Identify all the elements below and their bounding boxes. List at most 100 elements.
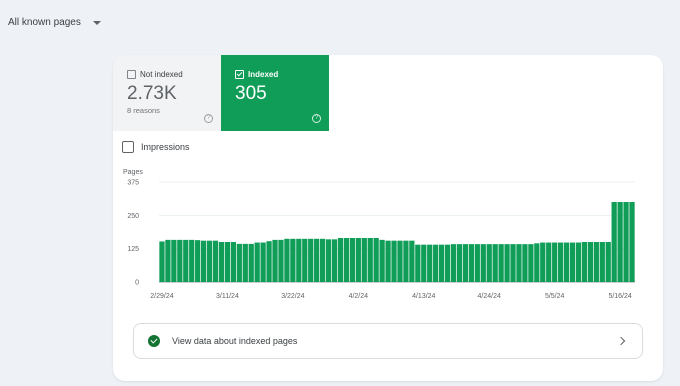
chart-bar (480, 244, 486, 282)
chart-bar (617, 202, 623, 282)
chart-bar (379, 239, 385, 282)
chart-bar (498, 244, 504, 282)
x-tick-label: 4/2/24 (349, 293, 369, 300)
chart-bar (522, 244, 528, 282)
chart-bar (212, 240, 219, 282)
chart-bar (397, 240, 403, 282)
help-icon[interactable]: ? (204, 114, 213, 123)
chart-bar (587, 242, 593, 282)
chart-bar (177, 239, 183, 282)
indexed-label: Indexed (248, 69, 279, 79)
y-axis-label: Pages (123, 169, 143, 176)
chart-bar (260, 242, 266, 282)
chart-bar (623, 202, 629, 282)
chart-bar (302, 238, 308, 282)
chart-bar (331, 239, 338, 282)
chart-bar (468, 244, 474, 282)
chart-bar (284, 238, 290, 282)
chart-bar (421, 244, 427, 282)
chart-bar (439, 244, 445, 282)
chart-bar (236, 243, 242, 282)
view-indexed-data-button[interactable]: View data about indexed pages (133, 323, 643, 359)
chart-bar (415, 244, 421, 282)
chart-bar (266, 241, 272, 282)
chart-bar (403, 240, 409, 282)
impressions-toggle[interactable]: Impressions (122, 141, 190, 153)
chart-bar (361, 238, 367, 282)
chart-bar (599, 242, 605, 282)
chart-bar (433, 244, 439, 282)
chart-bar (581, 242, 588, 282)
chart-bar (355, 238, 361, 282)
chart-bar (546, 242, 552, 282)
chart-bar (320, 238, 326, 282)
chart-bar (314, 238, 320, 282)
x-tick-label: 3/11/24 (216, 293, 239, 300)
chart-bar (183, 239, 189, 282)
chart-bar (373, 238, 379, 282)
x-tick-label: 4/13/24 (412, 293, 435, 300)
not-indexed-label: Not indexed (140, 69, 183, 79)
y-tick-label: 250 (127, 213, 139, 220)
chart-bar (528, 244, 534, 282)
impressions-label: Impressions (141, 142, 190, 152)
chart-bar (474, 244, 480, 282)
chart-bar (569, 242, 576, 282)
chart-bar (325, 239, 332, 282)
help-icon[interactable]: ? (312, 114, 321, 123)
chart-bar (534, 243, 540, 282)
chart-bar (510, 244, 516, 282)
chart-bar (427, 244, 433, 282)
chart-bar (540, 242, 546, 282)
chart-bar (486, 244, 492, 282)
chart-bar (224, 242, 231, 282)
chart-bar (206, 240, 213, 282)
y-tick-label: 0 (135, 280, 139, 287)
caret-down-icon (92, 20, 101, 25)
x-tick-label: 2/29/24 (150, 293, 173, 300)
chart-bar (504, 244, 510, 282)
chart-bar (272, 239, 278, 282)
chart-bar (629, 202, 635, 282)
impressions-checkbox-icon[interactable] (122, 141, 134, 153)
chart-bar (456, 244, 463, 282)
x-tick-label: 5/5/24 (545, 293, 565, 300)
chart-bar (391, 240, 397, 282)
chart-bar (337, 238, 344, 282)
indexed-tile[interactable]: Indexed 305 ? (221, 55, 329, 131)
chart-bar (552, 242, 558, 282)
view-indexed-data-label: View data about indexed pages (172, 336, 298, 346)
chart-bar (444, 244, 451, 282)
pages-filter-dropdown[interactable]: All known pages (8, 12, 101, 32)
chart-bar (230, 242, 236, 282)
indexed-checkbox-icon[interactable] (235, 69, 244, 79)
chart-bar (563, 242, 570, 282)
x-tick-label: 4/24/24 (478, 293, 501, 300)
chart-bar (278, 239, 284, 282)
chart-bar (516, 244, 522, 282)
chart-bar (201, 240, 207, 282)
not-indexed-tile[interactable]: Not indexed 2.73K 8 reasons ? (113, 55, 221, 131)
index-coverage-card: Not indexed 2.73K 8 reasons ? Indexed 30… (113, 55, 663, 381)
chart-bar (605, 242, 611, 282)
chart-bar (462, 244, 469, 282)
chart-bar (218, 242, 225, 282)
chart-bar (385, 240, 391, 282)
not-indexed-checkbox-icon[interactable] (127, 69, 136, 79)
y-tick-label: 125 (127, 246, 139, 253)
chart-bar (349, 238, 355, 282)
chart-bar (450, 244, 457, 282)
chart-bar (159, 241, 165, 282)
chart-bar (575, 242, 582, 282)
x-tick-label: 5/16/24 (608, 293, 631, 300)
chart-bar (367, 238, 373, 282)
indexed-count: 305 (235, 83, 267, 104)
chart-bar (195, 240, 201, 282)
chart-bar (492, 244, 498, 282)
x-tick-label: 3/22/24 (281, 293, 304, 300)
chart-bar (558, 242, 564, 282)
chart-bar (189, 239, 195, 282)
chart-bar (611, 202, 617, 282)
chart-bar (308, 238, 314, 282)
indexed-pages-chart: Pages 0 125 250 375 2/29/24 3/11/24 3/22/24 4/2/… (123, 169, 635, 300)
